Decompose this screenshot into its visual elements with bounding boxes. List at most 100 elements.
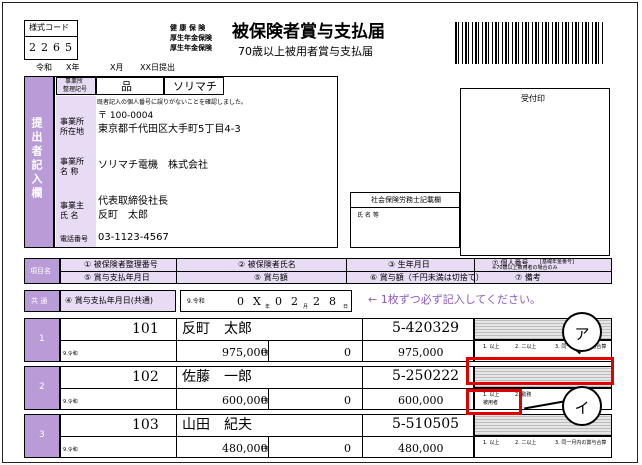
- common-date-label: ④ 賞与支払年月日(共通): [65, 296, 153, 305]
- row-number: 103: [132, 417, 159, 433]
- submission-month: X月: [110, 63, 124, 72]
- row-zero: 0: [344, 442, 351, 455]
- row-name: 反町 太郎: [182, 321, 252, 337]
- confirm-note: 既者記入の個人番号に誤りがないことを確認しました。: [97, 99, 248, 106]
- row-remarks: 1. 以上 2. 二以上 3. 同一月内の賞与合算: [474, 436, 612, 458]
- row-birth: 5-510505: [392, 416, 460, 432]
- row-name: 佐藤 一郎: [182, 369, 252, 385]
- sharoushi-name-label: 氏 名 等: [357, 212, 379, 219]
- row-zero: 0: [344, 346, 351, 359]
- remark-item: 3. 同一月内の賞与合算: [555, 440, 607, 446]
- remark-item: 2. 二以上: [515, 344, 537, 350]
- row-index: 3: [39, 430, 45, 440]
- column-side-label: 項目名: [24, 258, 60, 284]
- row-number: 102: [132, 369, 159, 385]
- phone-label: 電話番号: [60, 235, 88, 243]
- phone-value: 03-1123-4567: [98, 232, 169, 243]
- address-label: 所在地: [60, 127, 84, 136]
- page-subtitle: 70歳以上被用者賞与支払届: [238, 45, 373, 58]
- insurance-type: 厚生年金保険: [170, 34, 212, 42]
- row-yen: 円: [262, 398, 269, 405]
- row-index-cell: 2: [24, 366, 60, 410]
- col-header: ③ 生年月日: [388, 260, 430, 269]
- common-date-unit: 年: [265, 304, 271, 310]
- row-bonus: 600,000: [222, 394, 268, 407]
- col-header: ⑤ 賞与額: [254, 273, 288, 282]
- sharoushi-label: 社会保険労務士記載欄: [371, 196, 441, 204]
- common-date-era: 9.令和: [187, 298, 205, 305]
- common-date-box: 9.令和 0 X 年 0 2 月 2 8 日: [180, 290, 352, 312]
- common-date-digit: 2: [313, 295, 320, 308]
- owner-label: 氏 名: [60, 211, 79, 220]
- owner-name: 反町 太郎: [98, 210, 148, 221]
- common-date-unit: 日: [343, 304, 349, 310]
- row-bonus: 480,000: [222, 442, 268, 455]
- code-digit: 6: [53, 41, 60, 54]
- submission-era: 令和: [36, 63, 52, 72]
- postal-code: 〒 100-0004: [98, 111, 154, 121]
- office-code-1: 品: [96, 77, 164, 95]
- highlight-box-i: [466, 389, 522, 415]
- office-code-value: ソリマチ: [173, 80, 217, 93]
- highlight-box-a: [466, 357, 614, 385]
- common-date-digit: 0: [237, 295, 244, 308]
- row-yen: 円: [262, 350, 269, 357]
- row-date-label: 9.令和: [63, 351, 78, 357]
- address-label: 事業所: [60, 117, 84, 126]
- form-code-label: 様式コード: [29, 23, 69, 32]
- row-index-cell: 1: [24, 318, 60, 362]
- remark-item: 2. 二以上: [515, 440, 537, 446]
- form-code-box: 様式コード 2 2 6 5: [24, 20, 78, 60]
- code-digit: 2: [41, 41, 48, 54]
- common-date-label-cell: ④ 賞与支払年月日(共通): [60, 290, 176, 312]
- col-header: ⑦ 備考: [515, 273, 541, 282]
- row-zero: 0: [344, 394, 351, 407]
- notice-text: ← 1枚ずつ必ず記入してください。: [368, 293, 542, 306]
- row-bonus: 975,000: [222, 346, 268, 359]
- office-code-label: 事業所: [65, 78, 84, 85]
- row-index-cell: 3: [24, 414, 60, 458]
- barcode: [455, 22, 605, 64]
- office-code-value: 品: [121, 80, 132, 93]
- col-header: ※70歳以上被用者の場合のみ: [492, 265, 558, 271]
- address-value: 東京都千代田区大手町5丁目4-3: [98, 124, 241, 135]
- row-total: 600,000: [398, 394, 444, 407]
- company-value: ソリマチ電機 株式会社: [98, 160, 208, 171]
- common-date-unit: 月: [303, 304, 309, 310]
- insurance-type: 健 康 保 険: [170, 24, 206, 32]
- remark-item: 1. 以上: [483, 440, 500, 446]
- row-birth: 5-420329: [392, 320, 460, 336]
- code-digit: 5: [65, 41, 72, 54]
- row-date-label: 9.令和: [63, 447, 78, 453]
- row-name: 山田 紀夫: [182, 417, 252, 433]
- submitter-side-text: 提出者記入欄: [30, 117, 43, 201]
- common-date-digit: X: [253, 295, 261, 308]
- company-label: 名 称: [60, 167, 79, 176]
- row-birth: 5-250222: [392, 368, 460, 384]
- row-index: 2: [39, 382, 45, 392]
- remark-item: 1. 以上: [483, 344, 500, 350]
- common-side-label: 共 通: [24, 290, 60, 312]
- sharoushi-box: 社会保険労務士記載欄 氏 名 等: [350, 192, 460, 248]
- owner-title: 代表取締役社長: [98, 196, 168, 207]
- common-date-digit: 0: [275, 295, 282, 308]
- row-total: 975,000: [398, 346, 444, 359]
- common-date-digit: 2: [291, 295, 298, 308]
- company-label: 事業所: [60, 157, 84, 166]
- callout-a: ア: [562, 312, 602, 352]
- column-side-text: 項目名: [30, 267, 51, 275]
- office-code-label-cell: 事業所 整理記号: [56, 77, 96, 95]
- submission-year: X年: [66, 63, 80, 72]
- col-header: ⑤ 賞与支払年月日: [84, 273, 150, 282]
- office-code-2: ソリマチ: [164, 77, 224, 95]
- row-total: 480,000: [398, 442, 444, 455]
- submission-day: XX日提出: [140, 63, 175, 72]
- code-digit: 2: [29, 41, 36, 54]
- common-side-text: 共 通: [31, 297, 48, 305]
- owner-label: 事業主: [60, 201, 84, 210]
- submitter-side-label: 提出者記入欄: [24, 76, 54, 248]
- row-date-label: 9.令和: [63, 399, 78, 405]
- insurance-type: 厚生年金保険: [170, 44, 212, 52]
- row-index: 1: [39, 334, 45, 344]
- received-label: 受付印: [521, 94, 545, 103]
